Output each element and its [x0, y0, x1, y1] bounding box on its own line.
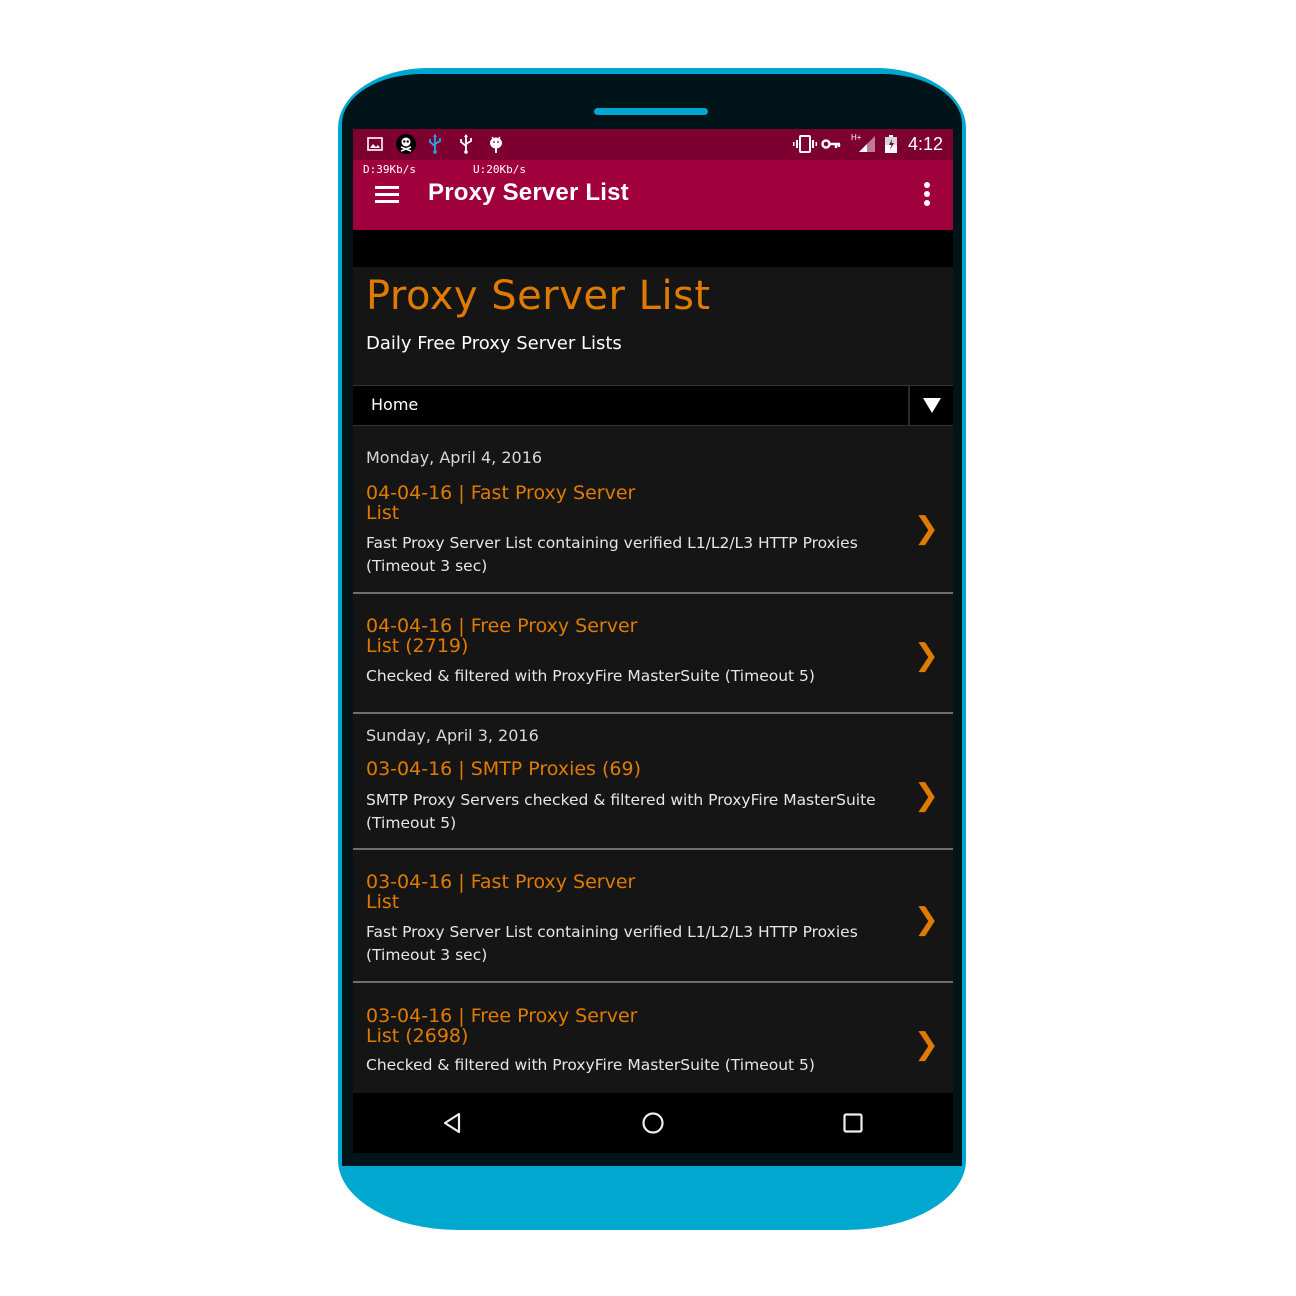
image-icon — [367, 135, 383, 153]
hamburger-icon[interactable] — [375, 184, 401, 206]
android-icon — [488, 135, 504, 153]
spacer-band — [353, 230, 953, 267]
list-item[interactable]: Monday, April 4, 2016 04-04-16 | Fast Pr… — [353, 425, 953, 594]
chevron-right-icon[interactable]: ❯ — [914, 902, 939, 937]
home-icon[interactable] — [641, 1111, 665, 1135]
nav-selected-label[interactable]: Home — [371, 395, 418, 414]
recents-icon[interactable] — [841, 1111, 865, 1135]
system-nav-bar — [353, 1093, 953, 1153]
battery-charging-icon — [885, 135, 897, 153]
post-title-line1: 04-04-16 | Fast Proxy Server — [366, 482, 636, 504]
clock: 4:12 — [907, 134, 943, 154]
list-item[interactable]: 04-04-16 | Free Proxy Server List (2719)… — [353, 594, 953, 714]
status-bar: H+ 4:12 — [353, 129, 953, 160]
triangle-down-icon — [922, 398, 941, 413]
post-title-line1: 04-04-16 | Free Proxy Server — [366, 615, 638, 637]
post-title-line2: List (2719) — [366, 635, 469, 657]
usb-icon — [428, 134, 442, 154]
post-title[interactable]: 03-04-16 | SMTP Proxies (69) — [366, 759, 766, 779]
post-title-line2: List (2698) — [366, 1025, 469, 1047]
app-bar: D:39Kb/s U:20Kb/s Proxy Server List — [353, 160, 953, 230]
upload-speed: U:20Kb/s — [473, 163, 526, 176]
phone-speaker — [594, 108, 708, 115]
post-description: Checked & filtered with ProxyFire Master… — [366, 1056, 815, 1074]
list-item[interactable]: Sunday, April 3, 2016 03-04-16 | SMTP Pr… — [353, 714, 953, 850]
post-title[interactable]: 04-04-16 | Free Proxy Server List (2719) — [366, 616, 666, 656]
network-type-label: H+ — [851, 133, 862, 142]
post-title[interactable]: 03-04-16 | Free Proxy Server List (2698) — [366, 1006, 666, 1046]
post-list: Monday, April 4, 2016 04-04-16 | Fast Pr… — [353, 425, 953, 1095]
post-title-line1: 03-04-16 | Fast Proxy Server — [366, 871, 636, 893]
nav-toggle-button[interactable] — [908, 386, 953, 425]
chevron-right-icon[interactable]: ❯ — [914, 511, 939, 546]
chevron-right-icon[interactable]: ❯ — [914, 638, 939, 673]
post-description: Fast Proxy Server List containing verifi… — [366, 534, 858, 575]
post-title-line2: List — [366, 891, 400, 913]
site-subtitle: Daily Free Proxy Server Lists — [366, 333, 622, 354]
more-vert-icon[interactable] — [923, 182, 931, 208]
chevron-right-icon[interactable]: ❯ — [914, 1027, 939, 1062]
list-item[interactable]: 03-04-16 | Free Proxy Server List (2698)… — [353, 983, 953, 1095]
download-speed: D:39Kb/s — [363, 163, 416, 176]
post-description: Checked & filtered with ProxyFire Master… — [366, 667, 815, 685]
vibrate-icon — [793, 135, 817, 153]
post-description: SMTP Proxy Servers checked & filtered wi… — [366, 791, 876, 832]
chevron-right-icon[interactable]: ❯ — [914, 778, 939, 813]
post-title-line2: List — [366, 502, 400, 524]
usb-icon — [459, 134, 473, 154]
signal-icon: H+ — [851, 133, 877, 152]
post-title-line1: 03-04-16 | Free Proxy Server — [366, 1005, 638, 1027]
post-date: Monday, April 4, 2016 — [366, 448, 543, 467]
pirate-skull-icon — [396, 134, 416, 154]
post-description: Fast Proxy Server List containing verifi… — [366, 923, 858, 964]
post-title-line1: 03-04-16 | SMTP Proxies (69) — [366, 758, 641, 780]
nav-dropdown[interactable]: Home — [353, 385, 953, 426]
post-title[interactable]: 04-04-16 | Fast Proxy Server List — [366, 483, 666, 523]
post-title[interactable]: 03-04-16 | Fast Proxy Server List — [366, 872, 666, 912]
list-item[interactable]: 03-04-16 | Fast Proxy Server List Fast P… — [353, 850, 953, 983]
back-icon[interactable] — [441, 1111, 465, 1135]
app-title: Proxy Server List — [428, 179, 629, 206]
screen: H+ 4:12 D:39Kb/s U:20Kb/s Proxy Server L… — [353, 129, 953, 1153]
site-header: Proxy Server List Daily Free Proxy Serve… — [353, 267, 953, 385]
post-date: Sunday, April 3, 2016 — [366, 726, 539, 745]
site-title[interactable]: Proxy Server List — [366, 273, 711, 319]
vpn-key-icon — [821, 135, 841, 153]
